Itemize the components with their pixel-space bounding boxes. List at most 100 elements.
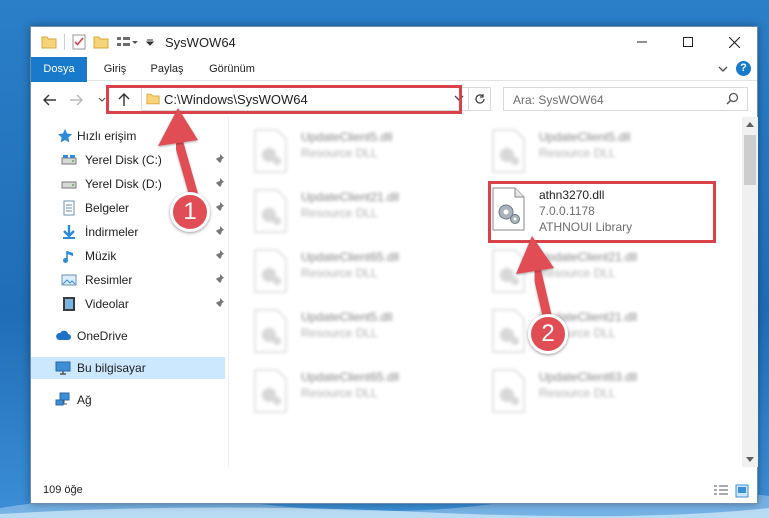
scroll-down-icon[interactable] (746, 457, 754, 463)
dll-file-icon (492, 129, 525, 173)
tab-view[interactable]: Görünüm (201, 57, 263, 81)
list-item[interactable]: UpdateClient63.dll Resource DLL (469, 365, 694, 421)
minimize-button[interactable] (619, 27, 665, 57)
pin-icon[interactable] (215, 298, 225, 308)
sidebar-item-this-pc[interactable]: Bu bilgisayar (31, 357, 225, 379)
videos-icon (63, 297, 75, 311)
file-type: Resource DLL (301, 386, 378, 400)
close-button[interactable] (711, 27, 757, 57)
sidebar-item-label: Yerel Disk (D:) (85, 177, 162, 191)
list-item[interactable]: UpdateClient5.dll Resource DLL (231, 305, 456, 361)
maximize-button[interactable] (665, 27, 711, 57)
pin-icon[interactable] (215, 178, 225, 188)
arrow-left-icon (43, 94, 56, 106)
file-type: Resource DLL (301, 266, 378, 280)
details-view-icon[interactable] (713, 484, 729, 498)
list-item[interactable]: UpdateClient5.dll Resource DLL (469, 125, 694, 181)
explorer-window: SysWOW64 Dosya Giriş Paylaş Görünüm ? C:… (30, 26, 758, 504)
large-icons-view-icon[interactable] (735, 484, 749, 498)
documents-icon (63, 200, 75, 216)
file-name: UpdateClient5.dll (539, 130, 631, 144)
up-button[interactable] (115, 91, 133, 109)
file-name: UpdateClient65.dll (301, 370, 400, 384)
title-bar: SysWOW64 (31, 27, 757, 57)
item-count: 109 öğe (43, 484, 83, 496)
search-input[interactable]: Ara: SysWOW64 (513, 93, 604, 107)
recent-locations-button[interactable] (93, 91, 111, 109)
computer-icon (55, 361, 71, 375)
list-item-athn3270[interactable]: athn3270.dll 7.0.0.1178 ATHNOUI Library (469, 183, 694, 239)
search-icon (726, 92, 739, 105)
back-button[interactable] (41, 91, 59, 109)
expand-ribbon-icon[interactable] (718, 64, 728, 74)
sidebar-item-network[interactable]: Ağ (31, 389, 225, 411)
sidebar-item-label: Videolar (85, 297, 129, 311)
dll-file-icon (492, 187, 525, 231)
sidebar-item-onedrive[interactable]: OneDrive (31, 325, 225, 347)
file-type: Resource DLL (539, 146, 616, 160)
minimize-icon (637, 41, 647, 43)
sidebar-item-label: Resimler (85, 273, 133, 287)
sidebar-item-local-disk-c[interactable]: Yerel Disk (C:) (31, 149, 225, 171)
sidebar-item-local-disk-d[interactable]: Yerel Disk (D:) (31, 173, 225, 195)
file-name: UpdateClient63.dll (539, 370, 638, 384)
new-folder-icon[interactable] (93, 35, 109, 49)
forward-button[interactable] (67, 91, 85, 109)
toolbar-separator (64, 34, 65, 50)
arrow-up-icon (118, 93, 130, 106)
quick-access-toolbar (41, 34, 155, 50)
file-version: 7.0.0.1178 (539, 204, 595, 218)
file-description: ATHNOUI Library (539, 220, 633, 234)
help-icon[interactable]: ? (736, 61, 751, 76)
pin-icon[interactable] (215, 202, 225, 212)
address-path: C:\Windows\SysWOW64 (164, 92, 308, 107)
file-name: athn3270.dll (539, 188, 605, 202)
folder-icon (41, 36, 57, 49)
sidebar-item-label: Ağ (77, 393, 92, 407)
chevron-down-icon[interactable] (454, 94, 464, 102)
step-2-badge: 2 (528, 314, 568, 354)
tab-share[interactable]: Paylaş (141, 57, 193, 81)
properties-icon[interactable] (72, 34, 86, 50)
dll-file-icon (492, 369, 525, 413)
star-icon (58, 129, 72, 143)
search-box[interactable]: Ara: SysWOW64 (503, 87, 748, 111)
scroll-up-icon[interactable] (746, 121, 754, 127)
network-icon (55, 392, 70, 406)
file-name: UpdateClient5.dll (301, 130, 393, 144)
dll-file-icon (254, 249, 287, 293)
pin-icon[interactable] (215, 274, 225, 284)
sidebar-item-quick-access[interactable]: Hızlı erişim (31, 125, 225, 147)
customize-toolbar-icon[interactable] (116, 35, 138, 49)
refresh-icon (474, 94, 485, 104)
pin-icon[interactable] (215, 226, 225, 236)
list-item[interactable]: UpdateClient21.dll Resource DLL (231, 185, 456, 241)
sidebar-item-label: Bu bilgisayar (77, 361, 146, 375)
list-item[interactable]: UpdateClient21.dll Resource DLL (469, 305, 694, 361)
vertical-scrollbar[interactable] (742, 117, 758, 467)
sidebar-item-pictures[interactable]: Resimler (31, 269, 225, 291)
refresh-button[interactable] (468, 88, 490, 110)
step-1-badge: 1 (170, 192, 210, 232)
download-icon (63, 225, 75, 239)
list-item[interactable]: UpdateClient65.dll Resource DLL (231, 245, 456, 301)
sidebar-item-label: İndirmeler (85, 225, 139, 239)
chevron-down-icon[interactable] (145, 37, 155, 47)
pin-icon[interactable] (215, 250, 225, 260)
scroll-thumb[interactable] (744, 135, 756, 185)
maximize-icon (683, 37, 693, 47)
sidebar-item-videos[interactable]: Videolar (31, 293, 225, 315)
file-type: Resource DLL (301, 206, 378, 220)
list-item[interactable]: UpdateClient5.dll Resource DLL (231, 125, 456, 181)
list-item[interactable]: UpdateClient65.dll Resource DLL (231, 365, 456, 421)
dll-file-icon (254, 309, 287, 353)
arrow-right-icon (70, 94, 83, 106)
dll-file-icon (492, 249, 525, 293)
tab-home[interactable]: Giriş (93, 57, 137, 81)
sidebar-item-music[interactable]: Müzik (31, 245, 225, 267)
address-bar[interactable]: C:\Windows\SysWOW64 (141, 87, 491, 111)
pin-icon[interactable] (215, 154, 225, 164)
list-item[interactable]: UpdateClient21.dll Resource DLL (469, 245, 694, 301)
ribbon-controls: ? (718, 61, 751, 76)
file-name: UpdateClient5.dll (301, 310, 393, 324)
